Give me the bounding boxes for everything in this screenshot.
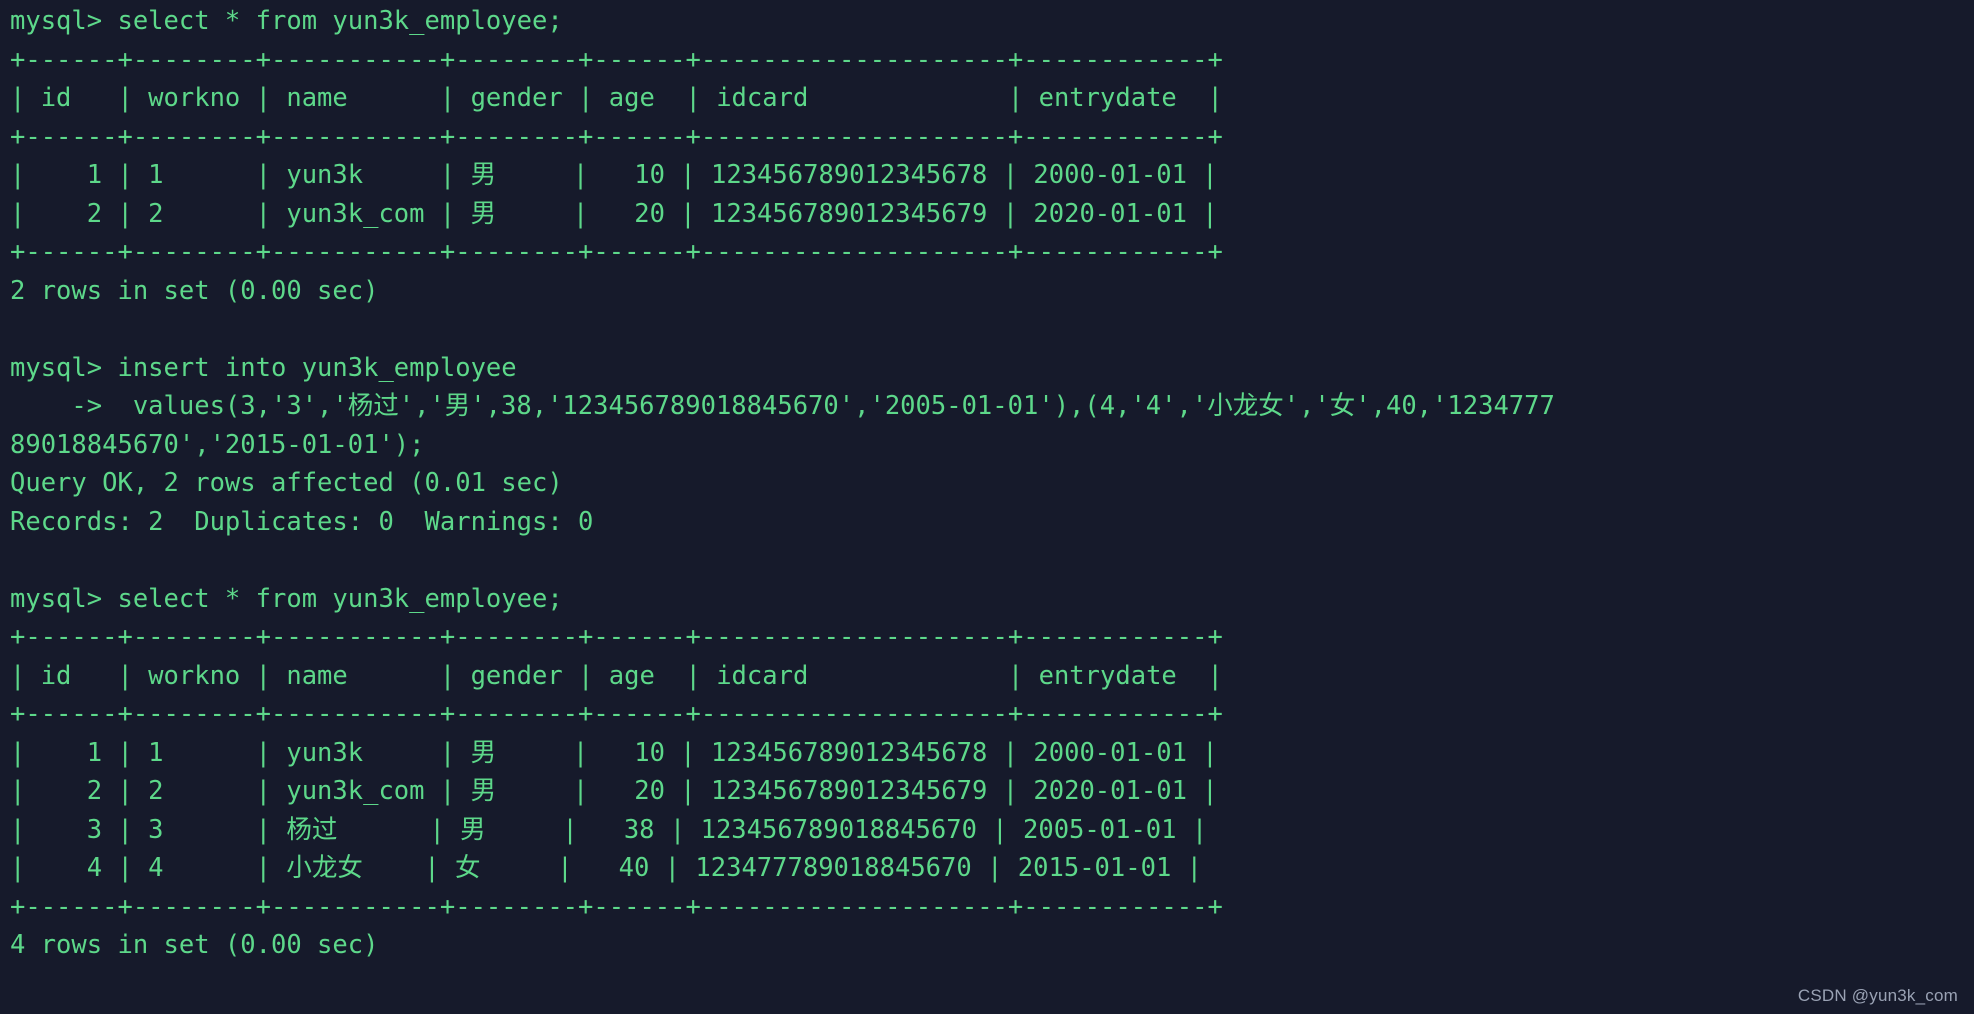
terminal-line: +------+--------+-----------+--------+--…	[10, 699, 1223, 729]
terminal-line: Query OK, 2 rows affected (0.01 sec)	[10, 468, 563, 498]
terminal-line: | 3 | 3 | 杨过 | 男 | 38 | 1234567890188456…	[10, 814, 1208, 845]
terminal-line: | id | workno | name | gender | age | id…	[10, 660, 1223, 691]
terminal-line: +------+--------+-----------+--------+--…	[10, 121, 1223, 152]
terminal-line: | 4 | 4 | 小龙女 | 女 | 40 | 123477789018845…	[10, 853, 1203, 883]
terminal-line: +------+--------+-----------+--------+--…	[10, 622, 1223, 652]
terminal-line: +------+--------+-----------+--------+--…	[10, 891, 1223, 922]
terminal-line: mysql> select * from yun3k_employee;	[10, 6, 563, 36]
terminal-line: +------+--------+-----------+--------+--…	[10, 237, 1223, 267]
terminal-line: | 2 | 2 | yun3k_com | 男 | 20 | 123456789…	[10, 198, 1218, 229]
terminal-line: | id | workno | name | gender | age | id…	[10, 83, 1223, 113]
terminal-line: | 2 | 2 | yun3k_com | 男 | 20 | 123456789…	[10, 776, 1218, 806]
terminal-line: Records: 2 Duplicates: 0 Warnings: 0	[10, 506, 594, 537]
terminal-line: 2 rows in set (0.00 sec)	[10, 275, 379, 306]
terminal-line: | 1 | 1 | yun3k | 男 | 10 | 1234567890123…	[10, 160, 1218, 190]
terminal-output: mysql> select * from yun3k_employee; +---…	[10, 2, 1974, 965]
terminal-line: 89018845670','2015-01-01');	[10, 429, 425, 460]
terminal-line: -> values(3,'3','杨过','男',38,'12345678901…	[10, 391, 1555, 421]
watermark-label: CSDN @yun3k_com	[1797, 986, 1958, 1005]
terminal-line: mysql> insert into yun3k_employee	[10, 352, 517, 383]
terminal-line: +------+--------+-----------+--------+--…	[10, 44, 1223, 75]
terminal-window[interactable]: mysql> select * from yun3k_employee; +---…	[0, 0, 1974, 1014]
terminal-line: mysql> select * from yun3k_employee;	[10, 583, 563, 614]
terminal-line: 4 rows in set (0.00 sec)	[10, 930, 379, 960]
terminal-line: | 1 | 1 | yun3k | 男 | 10 | 1234567890123…	[10, 737, 1218, 768]
